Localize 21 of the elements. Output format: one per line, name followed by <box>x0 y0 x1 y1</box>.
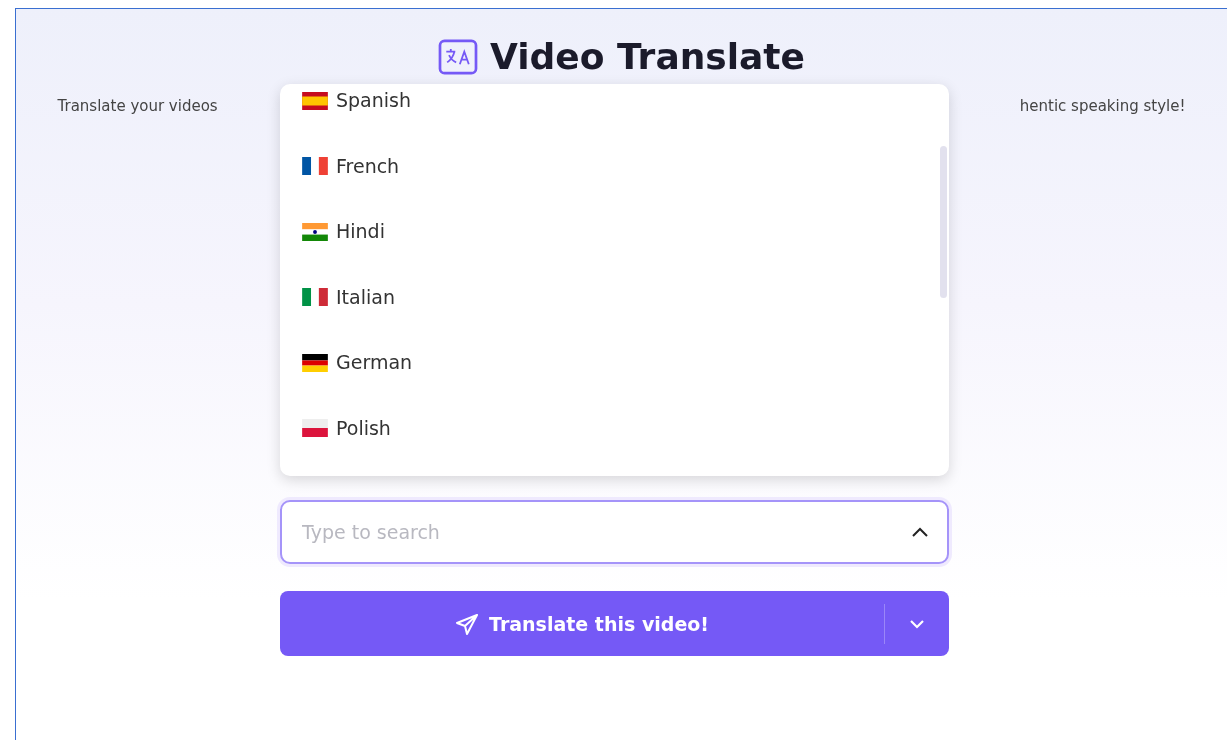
flag-icon <box>302 288 328 307</box>
language-option[interactable]: French <box>280 133 949 199</box>
language-option[interactable]: Polish <box>280 395 949 461</box>
language-option[interactable]: Italian <box>280 264 949 330</box>
paper-plane-icon <box>455 612 479 635</box>
language-option[interactable]: German <box>280 330 949 396</box>
chevron-up-icon[interactable] <box>911 526 929 538</box>
translate-icon <box>438 39 478 75</box>
chevron-down-icon <box>909 618 925 629</box>
page-title: Video Translate <box>490 37 805 77</box>
flag-icon <box>302 419 328 438</box>
flag-icon <box>302 91 328 110</box>
flag-icon <box>302 157 328 176</box>
flag-icon <box>302 222 328 241</box>
flag-icon <box>302 353 328 372</box>
language-option[interactable]: Hindi <box>280 199 949 265</box>
language-option[interactable]: Spanish <box>280 84 949 134</box>
scrollbar-thumb[interactable] <box>940 146 947 298</box>
search-field[interactable]: Type to search <box>280 500 949 564</box>
subtitle-text: Translate your videos <box>57 97 218 115</box>
subtitle-text: hentic speaking style! <box>1019 97 1186 115</box>
